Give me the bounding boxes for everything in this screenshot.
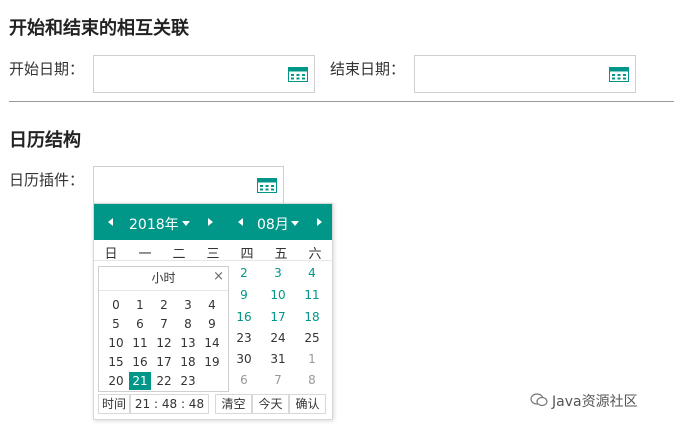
hour-panel: 小时 × 0 1 2 3 4 5 6 7 8 9 10 11 12 13 14 15 16 17 18 19 20 21 2… [98, 266, 229, 392]
month-selector[interactable]: 08月 [257, 214, 289, 234]
hour-cell[interactable]: 10 [105, 334, 127, 352]
hour-cell[interactable]: 21 [129, 372, 151, 390]
weekday-label: 六 [308, 247, 322, 262]
year-dropdown-icon[interactable] [182, 221, 190, 226]
day-cell[interactable]: 8 [300, 373, 324, 387]
hour-cell[interactable]: 11 [129, 334, 151, 352]
hour-cell[interactable]: 0 [105, 296, 127, 314]
day-cell[interactable]: 7 [266, 373, 290, 387]
start-date-label: 开始日期： [9, 60, 85, 78]
hour-cell[interactable]: 12 [153, 334, 175, 352]
calendar-icon[interactable] [609, 67, 629, 82]
day-cell[interactable]: 6 [232, 373, 256, 387]
end-date-label: 结束日期： [330, 60, 406, 78]
day-cell[interactable]: 24 [266, 331, 290, 345]
hour-panel-title: 小时 [99, 267, 228, 291]
hour-cell[interactable]: 17 [153, 353, 175, 371]
weekday-row: 日 一 二 三 四 五 六 [94, 240, 332, 262]
time-value[interactable]: 21 : 48 : 48 [130, 394, 209, 414]
weekday-label: 日 [104, 247, 118, 262]
hour-cell[interactable]: 3 [177, 296, 199, 314]
calendar-plugin-input[interactable] [93, 166, 284, 204]
year-selector[interactable]: 2018年 [129, 214, 179, 234]
month-dropdown-icon[interactable] [291, 221, 299, 226]
day-cell[interactable]: 17 [266, 310, 290, 324]
prev-month-icon[interactable] [238, 218, 243, 226]
day-cell[interactable]: 1 [300, 352, 324, 366]
start-date-input[interactable] [93, 55, 315, 93]
day-cell[interactable]: 4 [300, 266, 324, 280]
wechat-icon [530, 393, 548, 407]
end-date-input[interactable] [414, 55, 636, 93]
day-cell[interactable]: 23 [232, 331, 256, 345]
next-year-icon[interactable] [208, 218, 213, 226]
hour-cell[interactable]: 8 [177, 315, 199, 333]
next-month-icon[interactable] [317, 218, 322, 226]
day-cell[interactable]: 9 [232, 288, 256, 302]
calendar-icon[interactable] [288, 67, 308, 82]
hour-cell[interactable]: 16 [129, 353, 151, 371]
hour-cell[interactable]: 1 [129, 296, 151, 314]
calendar-icon[interactable] [257, 178, 277, 193]
close-icon[interactable]: × [213, 269, 224, 284]
hour-cell[interactable]: 9 [201, 315, 223, 333]
prev-year-icon[interactable] [108, 218, 113, 226]
day-cell[interactable]: 25 [300, 331, 324, 345]
weekday-label: 四 [240, 247, 254, 262]
weekday-label: 二 [172, 247, 186, 262]
section-divider [9, 101, 674, 102]
weekday-label: 五 [274, 247, 288, 262]
section-title-range: 开始和结束的相互关联 [9, 18, 189, 39]
day-cell[interactable]: 30 [232, 352, 256, 366]
day-cell[interactable]: 18 [300, 310, 324, 324]
hour-cell[interactable]: 4 [201, 296, 223, 314]
weekday-label: 三 [206, 247, 220, 262]
clear-button[interactable]: 清空 [215, 394, 252, 414]
hour-cell[interactable]: 20 [105, 372, 127, 390]
calendar-header: 2018年 08月 [94, 204, 332, 240]
hour-cell[interactable]: 18 [177, 353, 199, 371]
confirm-button[interactable]: 确认 [289, 394, 326, 414]
section-title-structure: 日历结构 [9, 130, 81, 151]
hour-cell[interactable]: 22 [153, 372, 175, 390]
day-cell[interactable]: 10 [266, 288, 290, 302]
hour-cell[interactable]: 6 [129, 315, 151, 333]
day-cell[interactable]: 3 [266, 266, 290, 280]
today-button[interactable]: 今天 [252, 394, 289, 414]
weekday-label: 一 [138, 247, 152, 262]
plugin-label: 日历插件： [9, 171, 85, 189]
hour-cell[interactable]: 13 [177, 334, 199, 352]
hour-cell[interactable]: 19 [201, 353, 223, 371]
hour-cell[interactable]: 23 [177, 372, 199, 390]
day-cell[interactable]: 16 [232, 310, 256, 324]
hour-cell[interactable]: 7 [153, 315, 175, 333]
hour-cell[interactable]: 15 [105, 353, 127, 371]
watermark-text: Java资源社区 [552, 394, 638, 410]
day-cell[interactable]: 31 [266, 352, 290, 366]
hour-cell[interactable]: 5 [105, 315, 127, 333]
time-label: 时间 [98, 394, 130, 414]
hour-cell[interactable]: 14 [201, 334, 223, 352]
day-cell[interactable]: 11 [300, 288, 324, 302]
day-cell[interactable]: 2 [232, 266, 256, 280]
hour-cell[interactable]: 2 [153, 296, 175, 314]
